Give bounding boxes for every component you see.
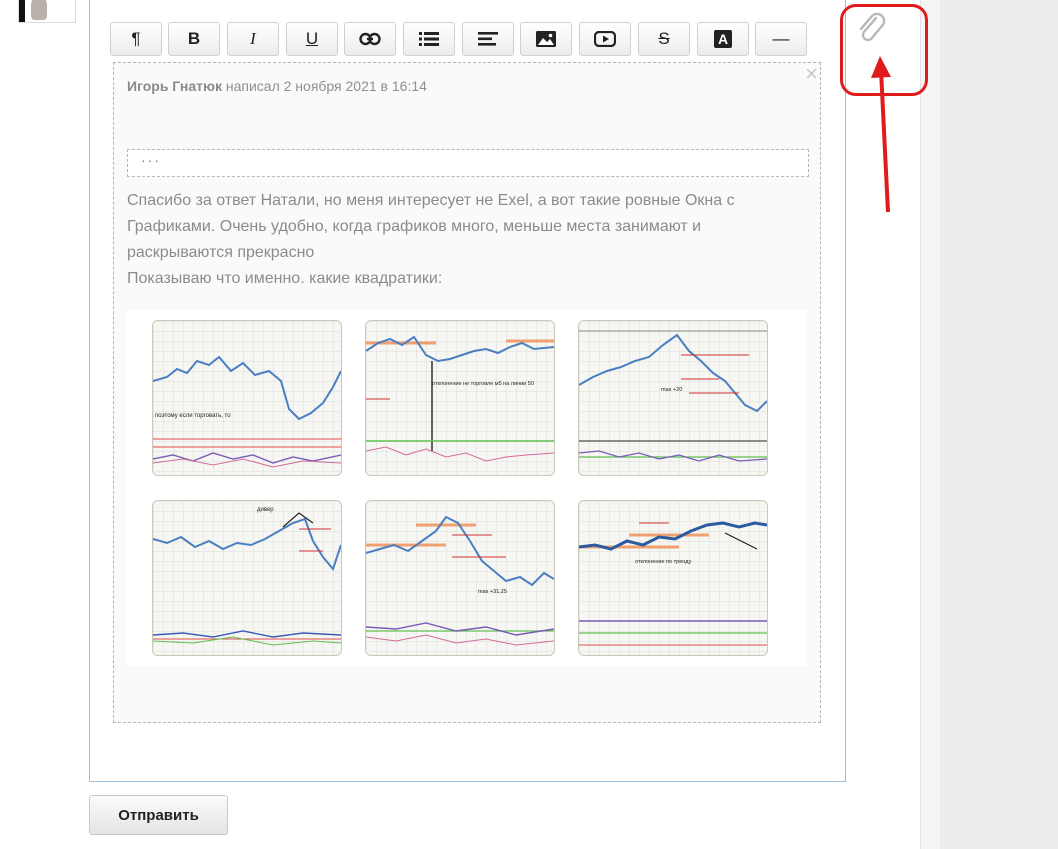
spoiler-label: ··· [141, 152, 161, 168]
avatar-figure [31, 0, 47, 20]
strikethrough-icon: S [658, 29, 670, 48]
text-color-button[interactable]: A [697, 22, 749, 56]
quote-paragraph: Спасибо за ответ Натали, но меня интерес… [127, 192, 735, 261]
video-button[interactable] [579, 22, 631, 56]
chart-image: отклонение не торговле м5 на линии 50 [366, 321, 554, 475]
quote-meta: написал 2 ноября 2021 в 16:14 [225, 78, 427, 94]
horizontal-rule-icon: — [772, 29, 790, 48]
chart-thumbnail[interactable]: max +31,25 [365, 500, 555, 656]
chart-image: дивер [153, 501, 341, 655]
chart-thumbnail[interactable]: поэтому если торговать, то [152, 320, 342, 476]
align-left-icon [478, 32, 498, 46]
chart-thumbnail[interactable]: отклонение не торговле м5 на линии 50 [365, 320, 555, 476]
quote-block[interactable]: × Игорь Гнатюк написал 2 ноября 2021 в 1… [113, 62, 821, 723]
chart-thumbnails: поэтому если торговать, то отклонение не… [127, 310, 807, 666]
avatar-shape [19, 0, 25, 22]
quote-paragraph: Показываю что именно. какие квадратики: [127, 270, 443, 287]
thumbnail-label: max +31,25 [478, 589, 507, 595]
paragraph-icon: ¶ [131, 29, 141, 48]
chart-image: max +20 [579, 321, 767, 475]
bold-button[interactable]: B [168, 22, 220, 56]
chart-thumbnail[interactable]: отклонение по тренду [578, 500, 768, 656]
video-play-icon [594, 31, 616, 47]
link-button[interactable] [344, 22, 396, 56]
thumbnail-label: поэтому если торговать, то [155, 413, 231, 419]
chart-image: отклонение по тренду [579, 501, 767, 655]
italic-button[interactable]: I [227, 22, 279, 56]
image-button[interactable] [520, 22, 572, 56]
italic-icon: I [250, 29, 256, 48]
close-icon[interactable]: × [805, 63, 818, 85]
quote-header: Игорь Гнатюк написал 2 ноября 2021 в 16:… [127, 78, 427, 94]
page-right-background [940, 0, 1058, 849]
list-icon [419, 32, 439, 46]
chart-image: поэтому если торговать, то [153, 321, 341, 475]
annotation-arrow [871, 56, 891, 213]
text-color-icon: A [714, 30, 732, 48]
paragraph-button[interactable]: ¶ [110, 22, 162, 56]
user-avatar[interactable] [18, 0, 76, 23]
link-icon [359, 32, 381, 46]
quote-author[interactable]: Игорь Гнатюк [127, 78, 222, 94]
sidebar-divider [920, 0, 941, 849]
send-button[interactable]: Отправить [89, 795, 228, 835]
chart-thumbnail[interactable]: max +20 [578, 320, 768, 476]
strike-button[interactable]: S [638, 22, 690, 56]
chart-image: max +31,25 [366, 501, 554, 655]
chart-thumbnail[interactable]: дивер [152, 500, 342, 656]
bold-icon: B [187, 29, 201, 48]
list-button[interactable] [403, 22, 455, 56]
thumbnail-label: отклонение по тренду [635, 559, 691, 565]
underline-icon: U [305, 29, 319, 48]
spoiler-block[interactable]: ··· [127, 149, 809, 177]
thumbnail-label: отклонение не торговле м5 на линии 50 [432, 381, 534, 387]
align-button[interactable] [462, 22, 514, 56]
thumbnail-label: дивер [257, 507, 274, 513]
quote-text: Спасибо за ответ Натали, но меня интерес… [127, 188, 807, 292]
horizontal-rule-button[interactable]: — [755, 22, 807, 56]
underline-button[interactable]: U [286, 22, 338, 56]
image-icon [536, 31, 556, 47]
thumbnail-label: max +20 [661, 387, 682, 393]
